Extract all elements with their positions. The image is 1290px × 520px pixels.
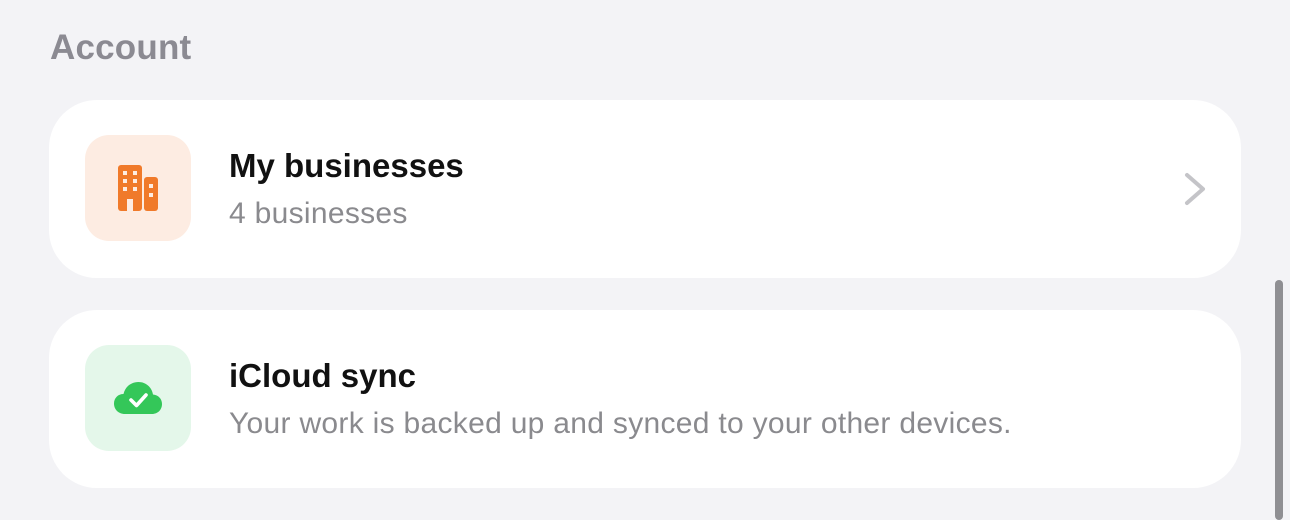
icloud-icon-tile (85, 345, 191, 451)
row-title: My businesses (229, 147, 464, 184)
scrollbar[interactable] (1272, 0, 1290, 520)
row-subtitle: 4 businesses (229, 197, 408, 230)
cloud-check-icon (113, 381, 163, 415)
icloud-sync-row[interactable]: iCloud sync Your work is backed up and s… (49, 310, 1241, 488)
my-businesses-row[interactable]: My businesses 4 businesses (49, 100, 1241, 278)
row-title: iCloud sync (229, 357, 417, 394)
building-icon (118, 165, 158, 211)
section-title: Account (50, 28, 192, 67)
scrollbar-thumb[interactable] (1275, 280, 1283, 520)
businesses-icon-tile (85, 135, 191, 241)
row-subtitle: Your work is backed up and synced to you… (229, 407, 1012, 440)
chevron-right-icon (1183, 172, 1207, 206)
